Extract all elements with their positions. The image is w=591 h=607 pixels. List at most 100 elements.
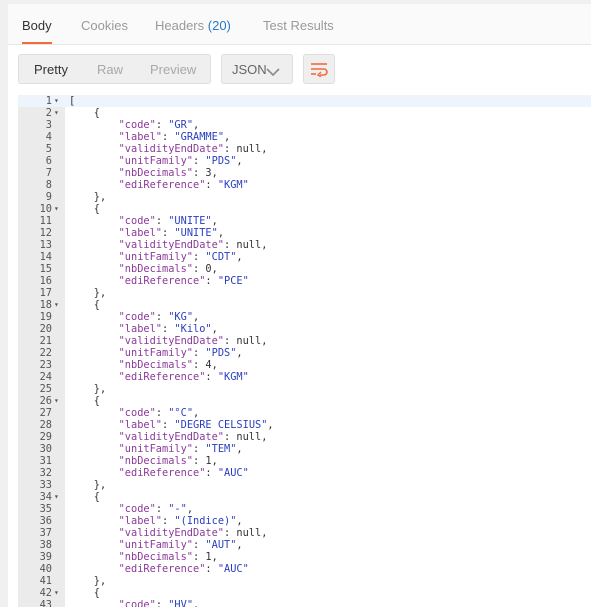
code-line: 28 "label": "DEGRE CELSIUS", bbox=[18, 419, 591, 431]
code-line: 10 ▾ { bbox=[18, 203, 591, 215]
code-text: "ediReference": "KGM" bbox=[118, 371, 249, 383]
format-label: JSON bbox=[232, 62, 267, 77]
code-text: "validityEndDate": null, bbox=[118, 335, 268, 347]
code-line: 14 "unitFamily": "CDT", bbox=[18, 251, 591, 263]
code-line: 15 "nbDecimals": 0, bbox=[18, 263, 591, 275]
line-number: 19 bbox=[39, 311, 52, 323]
code-text: "unitFamily": "TEM", bbox=[118, 443, 243, 455]
chevron-down-icon bbox=[266, 64, 280, 82]
code-text: "label": "(Indice)", bbox=[118, 515, 243, 527]
code-text: "code": "-", bbox=[118, 503, 194, 515]
code-line: 22 "unitFamily": "PDS", bbox=[18, 347, 591, 359]
code-line: 19 "code": "KG", bbox=[18, 311, 591, 323]
tab-test-results[interactable]: Test Results bbox=[263, 4, 334, 44]
code-line: 20 "label": "Kilo", bbox=[18, 323, 591, 335]
line-number: 29 bbox=[39, 431, 52, 443]
code-line: 29 "validityEndDate": null, bbox=[18, 431, 591, 443]
code-line: 39 "nbDecimals": 1, bbox=[18, 551, 591, 563]
code-text: "label": "UNITE", bbox=[118, 227, 225, 239]
code-line: 9 }, bbox=[18, 191, 591, 203]
code-line: 23 "nbDecimals": 4, bbox=[18, 359, 591, 371]
code-line: 4 "label": "GRAMME", bbox=[18, 131, 591, 143]
code-text: "code": "GR", bbox=[118, 119, 200, 131]
line-number: 27 bbox=[39, 407, 52, 419]
code-line: 7 "nbDecimals": 3, bbox=[18, 167, 591, 179]
code-text: "code": "KG", bbox=[118, 311, 200, 323]
tab-headers-label: Headers bbox=[155, 18, 205, 33]
code-line: 30 "unitFamily": "TEM", bbox=[18, 443, 591, 455]
response-tabs: Body Cookies Headers (20) Test Results bbox=[8, 4, 591, 45]
code-text: "ediReference": "KGM" bbox=[118, 179, 249, 191]
code-text: [ bbox=[69, 95, 76, 107]
line-number: 30 bbox=[39, 443, 52, 455]
line-number: 20 bbox=[39, 323, 52, 335]
code-line: 17 }, bbox=[18, 287, 591, 299]
json-response-editor[interactable]: 1 ▾[2 ▾ {3 "code": "GR", 4 "label": "GRAMME… bbox=[18, 95, 591, 607]
line-number: 1 bbox=[45, 95, 52, 107]
code-line: 3 "code": "GR", bbox=[18, 119, 591, 131]
line-number: 3 bbox=[45, 119, 52, 131]
pretty-button[interactable]: Pretty bbox=[34, 55, 68, 83]
code-line: 24 "ediReference": "KGM" bbox=[18, 371, 591, 383]
tab-headers[interactable]: Headers (20) bbox=[155, 4, 231, 44]
code-line: 36 "label": "(Indice)", bbox=[18, 515, 591, 527]
code-text: "validityEndDate": null, bbox=[118, 527, 268, 539]
line-number: 40 bbox=[39, 563, 52, 575]
code-line: 32 "ediReference": "AUC" bbox=[18, 467, 591, 479]
line-number: 43 bbox=[39, 599, 52, 607]
line-number: 18 bbox=[39, 299, 52, 311]
line-number: 21 bbox=[39, 335, 52, 347]
line-number: 42 bbox=[39, 587, 52, 599]
code-text: "unitFamily": "AUT", bbox=[118, 539, 243, 551]
code-line: 18 ▾ { bbox=[18, 299, 591, 311]
fold-toggle-icon[interactable]: ▾ bbox=[54, 587, 59, 599]
code-text: "validityEndDate": null, bbox=[118, 143, 268, 155]
code-lines: 1 ▾[2 ▾ {3 "code": "GR", 4 "label": "GRAMME… bbox=[18, 95, 591, 607]
format-select[interactable]: JSON bbox=[221, 54, 293, 84]
code-line: 11 "code": "UNITE", bbox=[18, 215, 591, 227]
code-line: 33 }, bbox=[18, 479, 591, 491]
view-mode-toggle: Pretty Raw Preview bbox=[18, 54, 211, 84]
body-toolbar: Pretty Raw Preview JSON bbox=[8, 45, 591, 93]
code-line: 25 }, bbox=[18, 383, 591, 395]
code-line: 16 "ediReference": "PCE" bbox=[18, 275, 591, 287]
code-text: "code": "UNITE", bbox=[118, 215, 218, 227]
line-number: 24 bbox=[39, 371, 52, 383]
line-number: 31 bbox=[39, 455, 52, 467]
code-text: "ediReference": "PCE" bbox=[118, 275, 249, 287]
line-number: 11 bbox=[39, 215, 52, 227]
fold-toggle-icon[interactable]: ▾ bbox=[54, 203, 59, 215]
code-line: 40 "ediReference": "AUC" bbox=[18, 563, 591, 575]
code-text: "nbDecimals": 1, bbox=[118, 455, 218, 467]
code-text: "nbDecimals": 0, bbox=[118, 263, 218, 275]
fold-toggle-icon[interactable]: ▾ bbox=[54, 95, 59, 107]
code-line: 12 "label": "UNITE", bbox=[18, 227, 591, 239]
tab-body-label: Body bbox=[22, 18, 52, 33]
code-text: "nbDecimals": 1, bbox=[118, 551, 218, 563]
tab-cookies[interactable]: Cookies bbox=[81, 4, 128, 44]
code-text: "label": "GRAMME", bbox=[118, 131, 231, 143]
code-line: 1 ▾ [ bbox=[18, 95, 591, 107]
code-text: "label": "DEGRE CELSIUS", bbox=[118, 419, 274, 431]
code-text: "validityEndDate": null, bbox=[118, 239, 268, 251]
line-number: 39 bbox=[39, 551, 52, 563]
raw-button[interactable]: Raw bbox=[97, 55, 123, 83]
line-number: 7 bbox=[45, 167, 52, 179]
headers-count: (20) bbox=[207, 18, 231, 33]
fold-toggle-icon[interactable]: ▾ bbox=[54, 491, 59, 503]
fold-toggle-icon[interactable]: ▾ bbox=[54, 107, 59, 119]
tab-body[interactable]: Body bbox=[22, 4, 52, 44]
code-text: { bbox=[69, 203, 100, 215]
line-number: 34 bbox=[39, 491, 52, 503]
wrap-lines-button[interactable] bbox=[303, 54, 335, 84]
code-text: { bbox=[69, 491, 100, 503]
code-text: "label": "Kilo", bbox=[118, 323, 218, 335]
line-number: 25 bbox=[39, 383, 52, 395]
preview-button[interactable]: Preview bbox=[150, 55, 196, 83]
code-text: }, bbox=[69, 575, 107, 587]
fold-toggle-icon[interactable]: ▾ bbox=[54, 299, 59, 311]
code-line: 43 "code": "HV", bbox=[18, 599, 591, 607]
code-text: "nbDecimals": 3, bbox=[118, 167, 218, 179]
fold-toggle-icon[interactable]: ▾ bbox=[54, 395, 59, 407]
line-number: 17 bbox=[39, 287, 52, 299]
